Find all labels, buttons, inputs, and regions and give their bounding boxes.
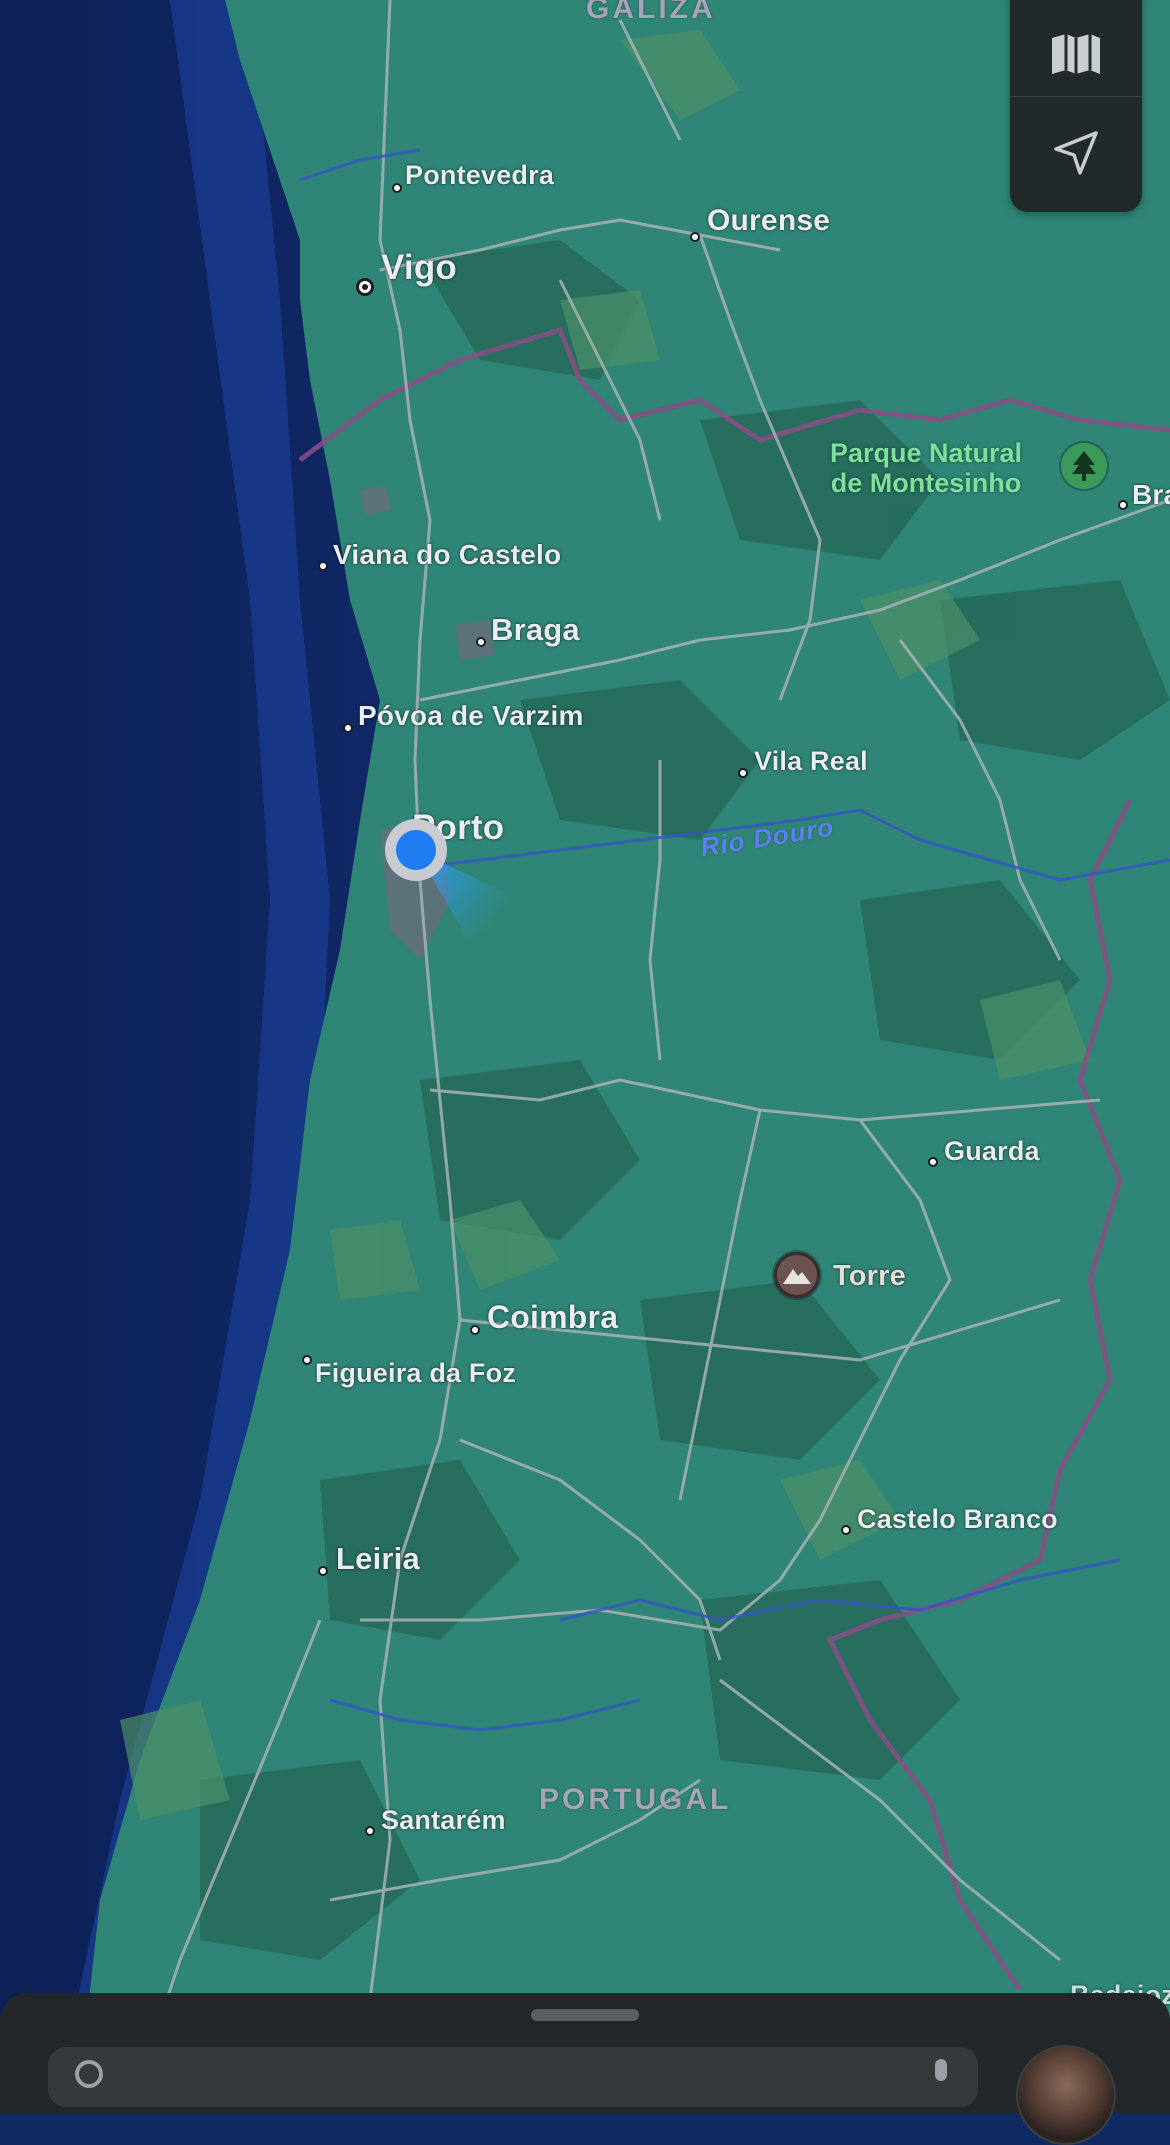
- city-label-braganca[interactable]: Bra: [1132, 479, 1170, 511]
- city-label-figueira-da-foz[interactable]: Figueira da Foz: [315, 1358, 516, 1389]
- tree-icon[interactable]: [1061, 443, 1107, 489]
- city-label-povoa-de-varzim[interactable]: Póvoa de Varzim: [358, 700, 584, 732]
- city-dot-guarda: [928, 1157, 938, 1167]
- city-dot-vila-real: [738, 768, 748, 778]
- profile-avatar[interactable]: [1016, 2045, 1116, 2145]
- city-dot-vigo: [356, 278, 374, 296]
- city-label-viana-do-castelo[interactable]: Viana do Castelo: [333, 539, 561, 571]
- mountain-icon[interactable]: [774, 1252, 820, 1298]
- user-location-marker[interactable]: [384, 818, 448, 882]
- map-icon: [1050, 32, 1102, 81]
- city-label-castelo-branco[interactable]: Castelo Branco: [857, 1504, 1058, 1535]
- map-canvas[interactable]: [0, 0, 1170, 2080]
- map-mode-button[interactable]: [1010, 0, 1142, 96]
- location-arrow-icon: [1050, 127, 1102, 184]
- region-label-galiza: GALIZA: [586, 0, 716, 25]
- locate-button[interactable]: [1010, 97, 1142, 212]
- region-label-portugal: PORTUGAL: [539, 1783, 732, 1816]
- city-label-vila-real[interactable]: Vila Real: [754, 746, 868, 777]
- city-dot-coimbra: [470, 1325, 480, 1335]
- city-dot-bra: [1118, 500, 1128, 510]
- city-dot-povoa: [343, 723, 353, 733]
- city-label-guarda[interactable]: Guarda: [944, 1136, 1040, 1167]
- city-label-ourense[interactable]: Ourense: [707, 204, 830, 238]
- city-label-leiria[interactable]: Leiria: [336, 1541, 420, 1577]
- peak-label-torre[interactable]: Torre: [833, 1260, 906, 1293]
- city-dot-castelo-branco: [841, 1525, 851, 1535]
- city-dot-viana: [318, 561, 328, 571]
- search-field[interactable]: [48, 2047, 978, 2107]
- map-controls: [1010, 0, 1142, 212]
- city-label-braga[interactable]: Braga: [491, 612, 580, 648]
- park-label-line1: Parque Natural: [830, 438, 1023, 468]
- city-dot-leiria: [318, 1566, 328, 1576]
- bottom-sheet[interactable]: [0, 1993, 1170, 2145]
- city-label-pontevedra[interactable]: Pontevedra: [405, 160, 554, 191]
- sheet-drag-handle[interactable]: [531, 2009, 639, 2021]
- city-dot-santarem: [365, 1826, 375, 1836]
- city-dot-pontevedra: [392, 183, 402, 193]
- city-label-vigo[interactable]: Vigo: [381, 248, 457, 288]
- city-dot-braga: [476, 637, 486, 647]
- park-label-montesinho[interactable]: Parque Natural de Montesinho: [830, 438, 1022, 498]
- city-label-coimbra[interactable]: Coimbra: [487, 1299, 618, 1336]
- city-dot-figueira: [302, 1355, 312, 1365]
- microphone-icon[interactable]: [926, 2057, 956, 2092]
- park-label-line2: de Montesinho: [830, 468, 1022, 498]
- city-dot-ourense: [690, 232, 700, 242]
- city-label-santarem[interactable]: Santarém: [381, 1805, 506, 1836]
